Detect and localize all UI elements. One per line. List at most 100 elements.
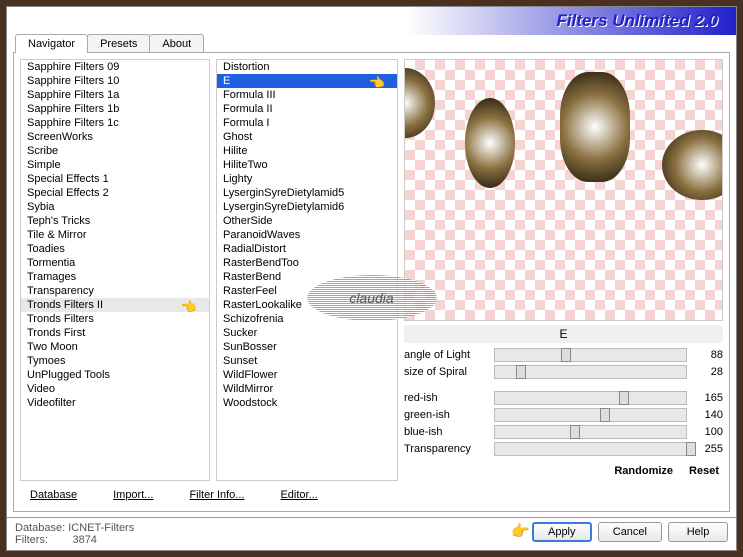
cancel-button[interactable]: Cancel xyxy=(598,522,662,542)
list-item[interactable]: UnPlugged Tools xyxy=(21,368,209,382)
help-button[interactable]: Help xyxy=(668,522,728,542)
list-item[interactable]: RasterBendToo xyxy=(217,256,397,270)
list-item[interactable]: Sunset xyxy=(217,354,397,368)
list-item[interactable]: SunBosser xyxy=(217,340,397,354)
reset-button[interactable]: Reset xyxy=(685,463,723,479)
list-item[interactable]: RasterLookalike xyxy=(217,298,397,312)
list-item[interactable]: ParanoidWaves xyxy=(217,228,397,242)
list-item[interactable]: ScreenWorks xyxy=(21,130,209,144)
slider-row: green-ish 140 xyxy=(404,407,723,423)
bottom-links: Database Import... Filter Info... Editor… xyxy=(20,481,723,505)
slider-label: Transparency xyxy=(404,443,494,455)
slider-group-1: angle of Light88size of Spiral28 xyxy=(404,347,723,380)
list-item[interactable]: Sapphire Filters 09 xyxy=(21,60,209,74)
list-item[interactable]: WildFlower xyxy=(217,368,397,382)
slider-track[interactable] xyxy=(494,391,687,405)
slider-value: 28 xyxy=(687,366,723,378)
list-item[interactable]: WildMirror xyxy=(217,382,397,396)
list-item[interactable]: LyserginSyreDietylamid6 xyxy=(217,200,397,214)
list-item[interactable]: Lighty xyxy=(217,172,397,186)
list-item[interactable]: Teph's Tricks xyxy=(21,214,209,228)
list-item[interactable]: Sapphire Filters 1b xyxy=(21,102,209,116)
list-item[interactable]: Sucker xyxy=(217,326,397,340)
list-item[interactable]: Video xyxy=(21,382,209,396)
slider-row: Transparency255 xyxy=(404,441,723,457)
title-bar: Filters Unlimited 2.0 xyxy=(7,7,736,35)
list-item[interactable]: Sapphire Filters 1a xyxy=(21,88,209,102)
slider-label: red-ish xyxy=(404,392,494,404)
list-item[interactable]: Tronds Filters xyxy=(21,312,209,326)
list-item[interactable]: Formula III xyxy=(217,88,397,102)
list-item[interactable]: Transparency xyxy=(21,284,209,298)
list-item[interactable]: Tronds Filters II👈 xyxy=(21,298,209,312)
list-item[interactable]: Formula I xyxy=(217,116,397,130)
list-item[interactable]: Toadies xyxy=(21,242,209,256)
list-item[interactable]: Tile & Mirror xyxy=(21,228,209,242)
db-label: Database: xyxy=(15,522,65,534)
slider-row: angle of Light88 xyxy=(404,347,723,363)
slider-thumb[interactable] xyxy=(516,365,526,379)
list-item[interactable]: Woodstock xyxy=(217,396,397,410)
category-list[interactable]: Sapphire Filters 09Sapphire Filters 10Sa… xyxy=(20,59,210,481)
list-item[interactable]: E👈 xyxy=(217,74,397,88)
slider-row: blue-ish100 xyxy=(404,424,723,440)
slider-group-2: red-ish165green-ish140blue-ish100Transpa… xyxy=(404,390,723,457)
tab-presets[interactable]: Presets xyxy=(87,34,150,53)
slider-thumb[interactable] xyxy=(686,442,696,456)
list-item[interactable]: Simple xyxy=(21,158,209,172)
slider-track[interactable] xyxy=(494,348,687,362)
list-item[interactable]: LyserginSyreDietylamid5 xyxy=(217,186,397,200)
randomize-button[interactable]: Randomize xyxy=(610,463,677,479)
list-item[interactable]: Tronds First xyxy=(21,326,209,340)
list-item[interactable]: Schizofrenia xyxy=(217,312,397,326)
slider-thumb[interactable] xyxy=(570,425,580,439)
slider-label: angle of Light xyxy=(404,349,494,361)
list-item[interactable]: Two Moon xyxy=(21,340,209,354)
list-item[interactable]: RasterFeel xyxy=(217,284,397,298)
list-item[interactable]: Special Effects 1 xyxy=(21,172,209,186)
db-value: ICNET-Filters xyxy=(68,522,134,534)
list-item[interactable]: Scribe xyxy=(21,144,209,158)
database-link[interactable]: Database xyxy=(26,487,81,503)
footer-info: Database: ICNET-Filters Filters: 3874 xyxy=(15,522,511,546)
slider-buttons: Randomize Reset xyxy=(404,457,723,481)
list-item[interactable]: Videofilter xyxy=(21,396,209,410)
list-item[interactable]: Special Effects 2 xyxy=(21,186,209,200)
pointer-icon: 👉 xyxy=(511,522,530,540)
slider-value: 140 xyxy=(687,409,723,421)
slider-track[interactable] xyxy=(494,365,687,379)
slider-track[interactable] xyxy=(494,442,687,456)
editor-link[interactable]: Editor... xyxy=(276,487,321,503)
filter-list[interactable]: DistortionE👈Formula IIIFormula IIFormula… xyxy=(216,59,398,481)
list-item[interactable]: Ghost xyxy=(217,130,397,144)
list-item[interactable]: Sapphire Filters 10 xyxy=(21,74,209,88)
filterinfo-link[interactable]: Filter Info... xyxy=(185,487,248,503)
tab-about[interactable]: About xyxy=(149,34,204,53)
list-item[interactable]: OtherSide xyxy=(217,214,397,228)
list-item[interactable]: RasterBend xyxy=(217,270,397,284)
slider-track[interactable] xyxy=(494,425,687,439)
slider-thumb[interactable] xyxy=(561,348,571,362)
list-item[interactable]: Hilite xyxy=(217,144,397,158)
list-item[interactable]: Tramages xyxy=(21,270,209,284)
slider-value: 165 xyxy=(687,392,723,404)
tab-navigator[interactable]: Navigator xyxy=(15,34,88,53)
slider-row: size of Spiral28 xyxy=(404,364,723,380)
filters-label: Filters: xyxy=(15,534,48,546)
slider-label: blue-ish xyxy=(404,426,494,438)
list-item[interactable]: HiliteTwo xyxy=(217,158,397,172)
slider-thumb[interactable] xyxy=(619,391,629,405)
slider-label: green-ish xyxy=(404,409,494,421)
list-item[interactable]: RadialDistort xyxy=(217,242,397,256)
list-item[interactable]: Sybia xyxy=(21,200,209,214)
list-item[interactable]: Tormentia xyxy=(21,256,209,270)
slider-row: red-ish 165 xyxy=(404,390,723,406)
list-item[interactable]: Formula II xyxy=(217,102,397,116)
list-item[interactable]: Distortion xyxy=(217,60,397,74)
list-item[interactable]: Sapphire Filters 1c xyxy=(21,116,209,130)
list-item[interactable]: Tymoes xyxy=(21,354,209,368)
import-link[interactable]: Import... xyxy=(109,487,157,503)
apply-button[interactable]: Apply xyxy=(532,522,592,542)
slider-thumb[interactable] xyxy=(600,408,610,422)
slider-track[interactable] xyxy=(494,408,687,422)
